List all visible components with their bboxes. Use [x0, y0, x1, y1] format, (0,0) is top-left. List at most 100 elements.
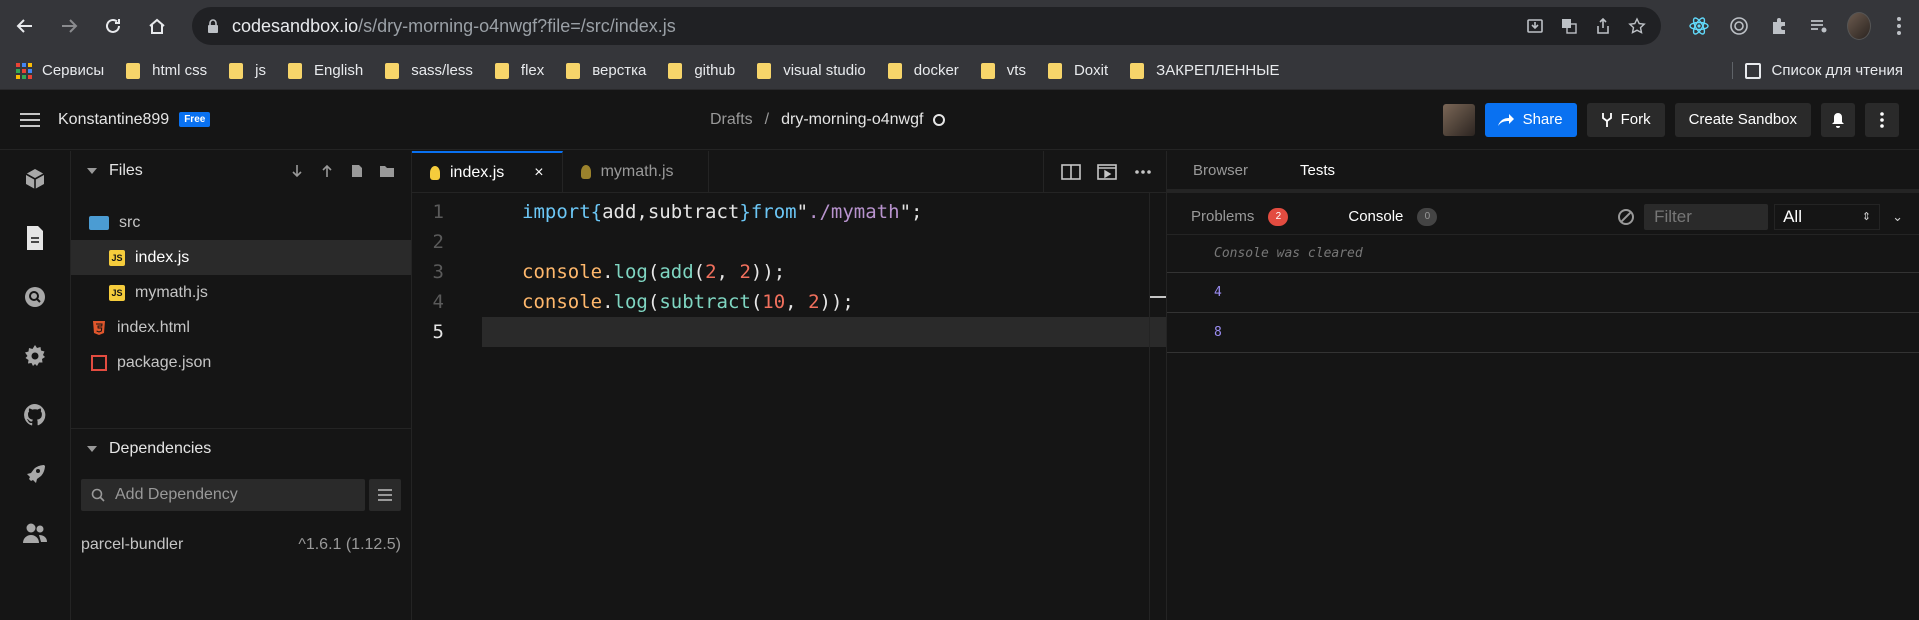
rocket-icon[interactable] [21, 460, 49, 488]
bookmark-folder[interactable]: English [288, 62, 363, 79]
bookmark-folder[interactable]: ЗАКРЕПЛЕННЫЕ [1130, 62, 1280, 79]
files-header[interactable]: Files [71, 151, 411, 191]
home-icon[interactable] [140, 9, 174, 43]
chevron-down-icon[interactable]: ⌄ [1892, 209, 1903, 225]
bookmark-folder[interactable]: flex [494, 62, 544, 79]
collapse-caret-icon[interactable] [87, 168, 97, 174]
code-text[interactable] [482, 317, 1166, 347]
gear-icon[interactable] [21, 342, 49, 370]
crumb-drafts[interactable]: Drafts [710, 111, 753, 129]
install-icon[interactable] [1525, 16, 1545, 36]
tree-folder-src[interactable]: src [71, 205, 411, 240]
clear-console-icon[interactable] [1618, 208, 1635, 225]
tree-file-index-html[interactable]: index.html [71, 310, 411, 345]
username[interactable]: Konstantine899 [58, 111, 169, 129]
reading-list[interactable]: Список для чтения [1732, 62, 1903, 79]
tab-mymath-js[interactable]: mymath.js [563, 151, 709, 193]
folder-icon [1130, 62, 1145, 79]
preview-icon[interactable] [1096, 162, 1118, 182]
react-devtools-icon[interactable] [1687, 14, 1711, 38]
bookmark-label: js [255, 62, 267, 79]
bookmark-folder[interactable]: docker [887, 62, 959, 79]
forward-icon[interactable] [52, 9, 86, 43]
tab-label: mymath.js [600, 163, 674, 180]
sandbox-name[interactable]: dry-morning-o4nwgf [781, 111, 923, 129]
folder-icon [980, 62, 995, 79]
star-icon[interactable] [1627, 16, 1647, 36]
extensions-puzzle-icon[interactable] [1767, 14, 1791, 38]
tree-item-label: src [119, 213, 141, 231]
bookmark-folder[interactable]: Doxit [1047, 62, 1109, 79]
reading-list-label: Список для чтения [1771, 62, 1903, 79]
bookmark-folder[interactable]: visual studio [757, 62, 866, 79]
bookmark-folder[interactable]: верстка [566, 62, 646, 79]
sandbox-header: Konstantine899 Free Drafts / dry-morning… [0, 90, 1919, 150]
search-icon[interactable] [21, 283, 49, 311]
code-text[interactable]: import { add, subtract } from " ./mymath "… [482, 197, 1166, 227]
package-json-icon [91, 354, 107, 371]
tree-file-mymath-js[interactable]: JS mymath.js [71, 275, 411, 310]
tab-console[interactable]: Console 0 [1348, 207, 1438, 226]
dependency-version[interactable]: ^1.6.1 (1.12.5) [298, 536, 401, 554]
create-sandbox-button[interactable]: Create Sandbox [1674, 102, 1811, 137]
tab-problems[interactable]: Problems 2 [1191, 207, 1289, 226]
collapse-caret-icon[interactable] [87, 446, 97, 452]
dependency-item[interactable]: parcel-bundler ^1.6.1 (1.12.5) [71, 529, 411, 561]
close-icon[interactable]: × [534, 164, 543, 182]
globe-icon[interactable] [933, 114, 946, 126]
bookmark-label: Doxit [1073, 62, 1109, 79]
dependency-list-icon[interactable] [369, 479, 401, 511]
more-options-icon[interactable] [1132, 162, 1154, 182]
bookmark-folder[interactable]: html css [126, 62, 207, 79]
bookmark-label: html css [152, 62, 208, 79]
github-icon[interactable] [21, 401, 49, 429]
tab-label: index.js [450, 164, 505, 181]
users-icon[interactable] [21, 519, 49, 547]
log-level-select[interactable]: All [1774, 203, 1881, 230]
address-bar[interactable]: codesandbox.io/s/dry-morning-o4nwgf?file… [192, 7, 1661, 45]
editor-scrollbar[interactable] [1149, 193, 1150, 620]
media-queue-icon[interactable] [1807, 14, 1831, 38]
dependency-name: parcel-bundler [81, 536, 184, 553]
reload-icon[interactable] [96, 9, 130, 43]
upload-arrow-icon[interactable] [319, 163, 335, 179]
cube-icon[interactable] [21, 165, 49, 193]
fork-button[interactable]: Fork [1586, 102, 1665, 137]
split-view-icon[interactable] [1060, 162, 1082, 182]
bookmark-folder[interactable]: sass/less [385, 62, 473, 79]
bookmark-folder[interactable]: js [229, 62, 266, 79]
bookmark-folder[interactable]: vts [980, 62, 1026, 79]
target-extension-icon[interactable] [1727, 14, 1751, 38]
folder-icon [288, 62, 303, 79]
file-icon[interactable] [21, 224, 49, 252]
browser-menu-icon[interactable] [1887, 14, 1911, 38]
add-dependency-input[interactable]: Add Dependency [81, 479, 365, 511]
code-text[interactable]: console. log(add(2, 2)); [482, 257, 1166, 287]
bookmark-folder[interactable]: github [668, 62, 735, 79]
bookmark-label: visual studio [783, 62, 866, 79]
bell-icon[interactable] [1821, 102, 1855, 137]
share-page-icon[interactable] [1593, 16, 1613, 36]
code-area[interactable]: 1 import { add, subtract } from " ./mymat… [412, 193, 1166, 347]
tab-index-js[interactable]: index.js × [412, 151, 563, 193]
menu-icon[interactable] [20, 112, 40, 127]
profile-avatar[interactable] [1847, 12, 1871, 40]
tree-item-label: index.js [135, 248, 190, 266]
back-icon[interactable] [8, 9, 42, 43]
tab-tests[interactable]: Tests [1274, 162, 1361, 179]
bookmark-apps[interactable]: Сервисы [16, 62, 104, 79]
avatar[interactable] [1442, 103, 1475, 136]
translate-icon[interactable] [1559, 16, 1579, 36]
new-folder-icon[interactable] [379, 163, 395, 179]
tree-file-index-js[interactable]: JS index.js [71, 240, 411, 275]
tab-browser[interactable]: Browser [1167, 162, 1274, 179]
new-file-icon[interactable] [349, 163, 365, 179]
tree-file-package-json[interactable]: package.json [71, 345, 411, 380]
download-arrow-icon[interactable] [289, 163, 305, 179]
more-menu-icon[interactable] [1865, 102, 1899, 137]
share-button[interactable]: Share [1484, 102, 1577, 137]
filter-input[interactable]: Filter [1644, 203, 1769, 230]
code-text[interactable]: console. log(subtract(10, 2)); [482, 287, 1166, 317]
dependencies-header[interactable]: Dependencies [71, 429, 411, 469]
code-text[interactable] [482, 227, 1166, 257]
